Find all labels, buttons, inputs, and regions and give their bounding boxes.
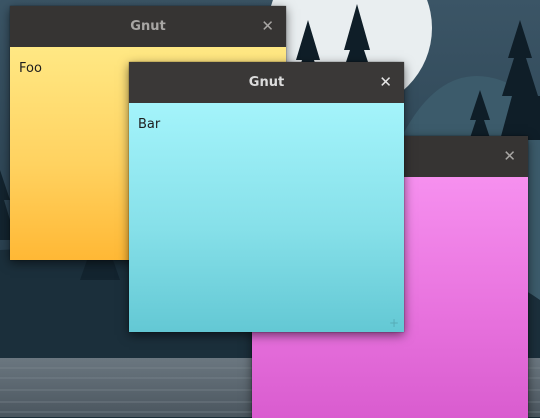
note-titlebar[interactable]: Gnut ✕ [10, 6, 286, 47]
note-text[interactable]: Foo [19, 61, 42, 76]
close-icon[interactable]: ✕ [379, 62, 392, 103]
note-title: Gnut [248, 75, 285, 90]
note-text[interactable]: Bar [138, 117, 160, 132]
note-body[interactable]: Bar + [129, 103, 404, 332]
note-title: Gnut [130, 19, 166, 34]
close-icon[interactable]: ✕ [503, 136, 516, 177]
close-icon[interactable]: ✕ [261, 6, 274, 47]
resize-grip-icon[interactable]: + [389, 316, 399, 330]
sticky-note-bar[interactable]: Gnut ✕ Bar + [129, 62, 404, 332]
note-titlebar[interactable]: Gnut ✕ [129, 62, 404, 103]
